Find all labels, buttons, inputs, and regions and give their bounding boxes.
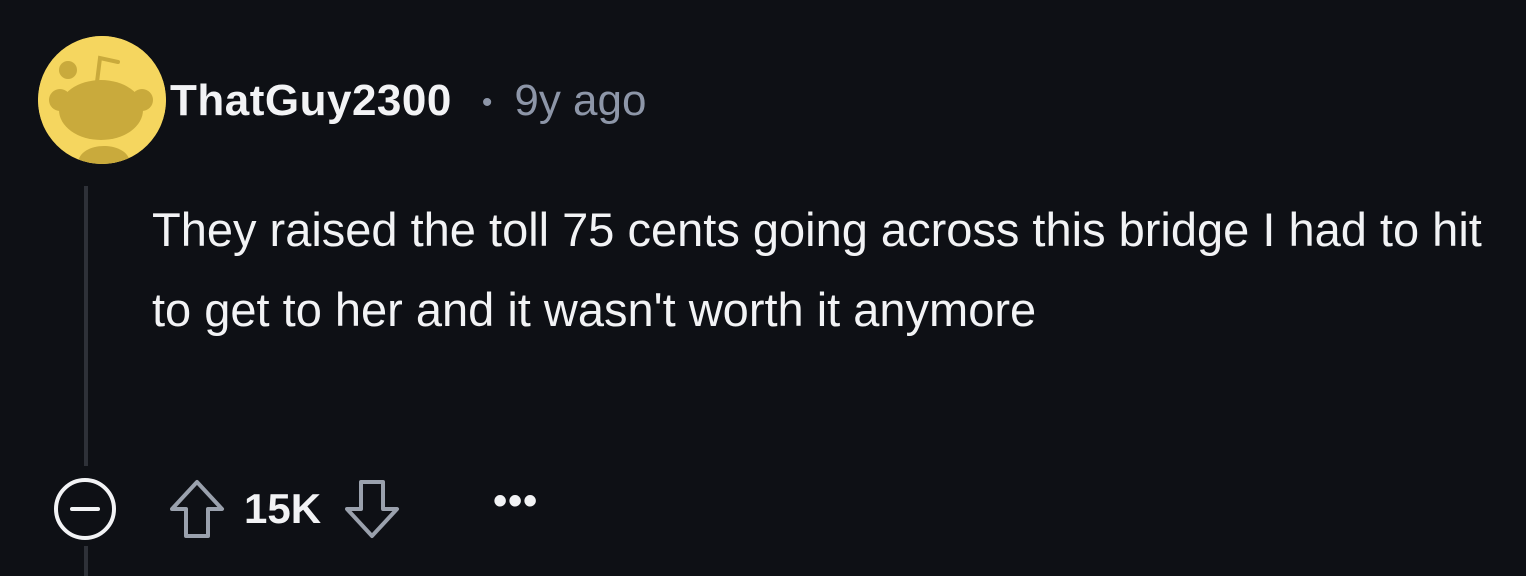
collapse-button[interactable] — [52, 476, 118, 542]
downvote-button[interactable] — [339, 476, 405, 542]
more-options-button[interactable]: ••• — [493, 479, 538, 524]
timestamp: 9y ago — [514, 76, 647, 125]
snoo-avatar-icon — [38, 36, 166, 164]
upvote-button[interactable] — [164, 476, 230, 542]
collapse-minus-icon — [54, 478, 116, 540]
comment-body: They raised the toll 75 cents going acro… — [152, 203, 1482, 336]
avatar[interactable] — [38, 36, 166, 164]
downvote-arrow-icon — [345, 480, 400, 538]
separator-dot: • — [481, 86, 493, 119]
comment-actions: 15K ••• — [52, 476, 538, 542]
username[interactable]: ThatGuy2300 — [170, 76, 452, 126]
thread-line-continuation[interactable] — [84, 546, 88, 576]
comment-header: ThatGuy2300 • 9y ago — [170, 74, 646, 128]
upvote-arrow-icon — [170, 480, 224, 538]
thread-line[interactable] — [84, 186, 88, 466]
vote-score: 15K — [244, 485, 322, 532]
